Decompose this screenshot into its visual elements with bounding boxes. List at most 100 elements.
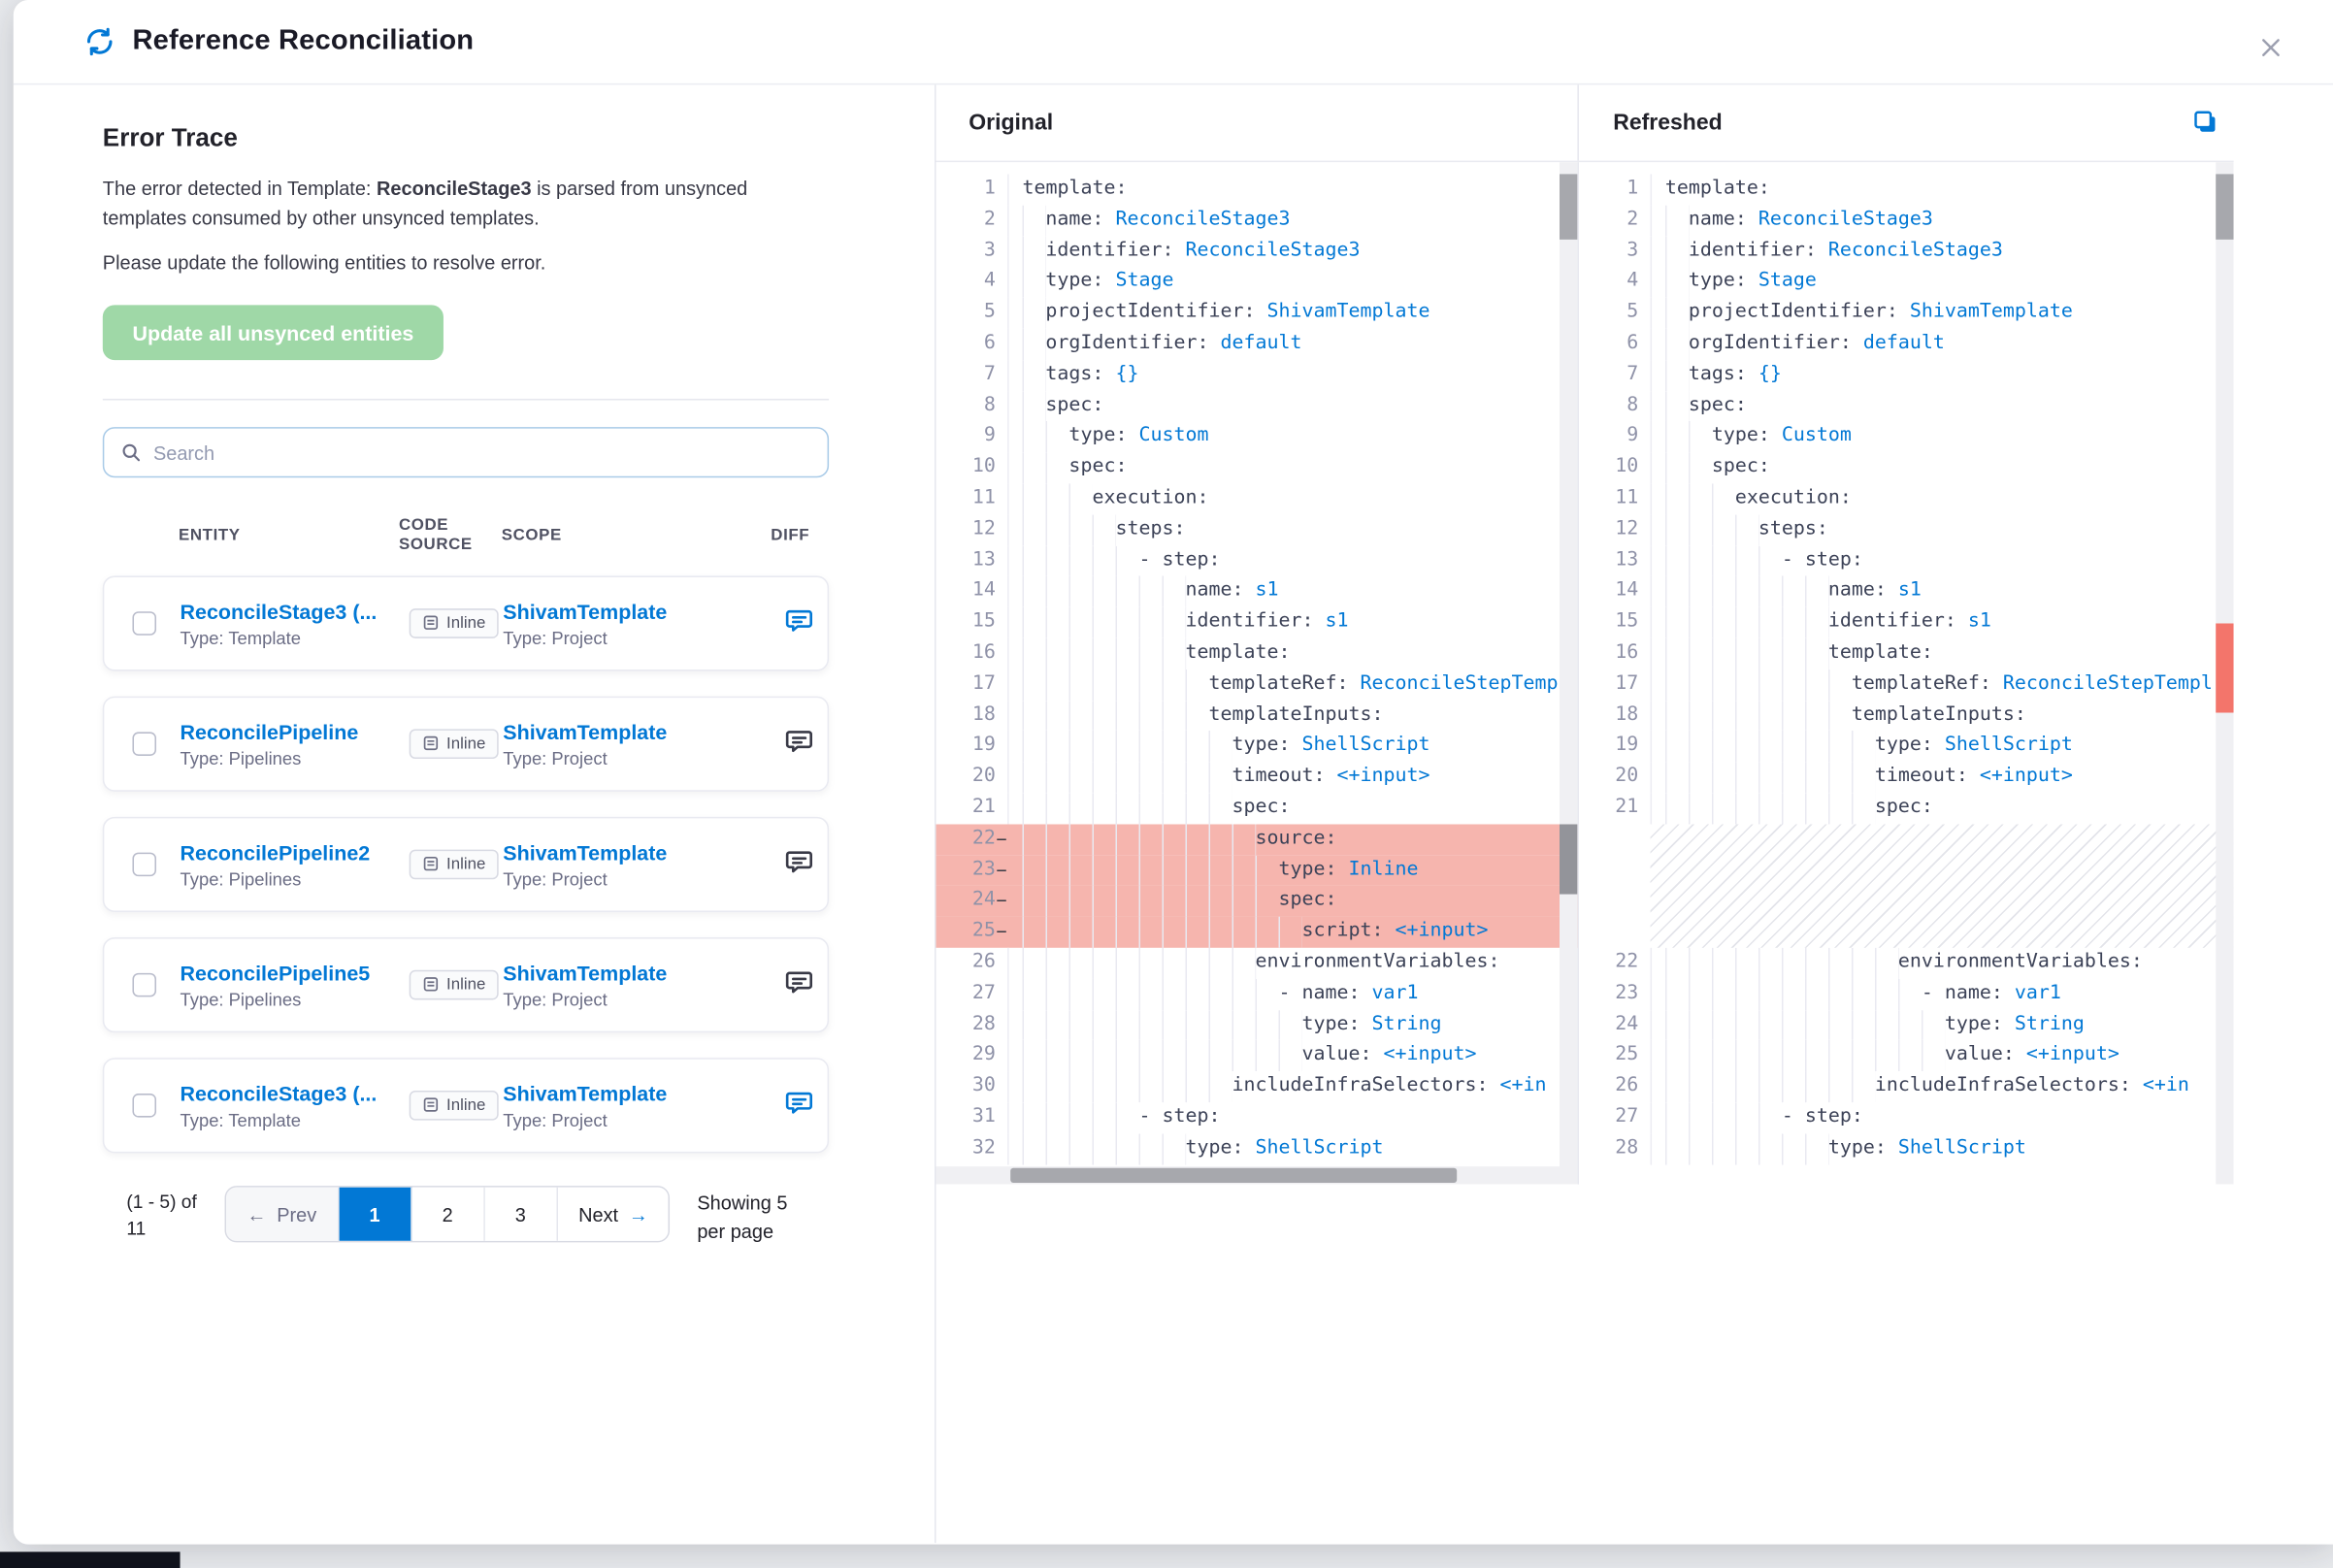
diff-icon-button[interactable]: [784, 846, 814, 876]
next-page-button[interactable]: Next→: [558, 1188, 670, 1241]
line-number: 22: [936, 824, 996, 855]
entity-link[interactable]: ReconcilePipeline5: [181, 961, 401, 985]
error-trace-title: Error Trace: [103, 123, 829, 153]
line-number: 15: [936, 607, 996, 638]
line-number: 26: [1579, 1071, 1638, 1102]
entity-type: Type: Template: [181, 1109, 401, 1129]
line-number: 17: [1579, 670, 1638, 701]
marker-spacer: [996, 267, 1007, 298]
scrollbar-thumb[interactable]: [1010, 1168, 1457, 1183]
code-line: 12steps:: [1579, 514, 2234, 545]
row-checkbox[interactable]: [132, 611, 156, 636]
code-text: spec:: [1651, 452, 2234, 483]
scrollbar-thumb[interactable]: [1560, 174, 1577, 239]
code-line: 16template:: [1579, 638, 2234, 670]
table-row: ReconcileStage3 (... Type: Template Inline…: [103, 1058, 829, 1153]
row-checkbox[interactable]: [132, 1094, 156, 1118]
diff-cell: [772, 726, 828, 763]
code-line: 4type: Stage: [1579, 267, 2234, 298]
next-label: Next: [578, 1203, 618, 1225]
scope-link[interactable]: ShivamTemplate: [503, 1081, 772, 1105]
diff-icon-button[interactable]: [784, 604, 814, 635]
scope-link[interactable]: ShivamTemplate: [503, 840, 772, 865]
code-source-badge: Inline: [410, 608, 499, 638]
page-button-3[interactable]: 3: [484, 1188, 557, 1241]
code-text: identifier: s1: [1651, 607, 2234, 638]
reference-reconciliation-modal: Reference Reconciliation Error Trace The…: [14, 0, 2333, 1545]
prev-page-button[interactable]: ←Prev: [226, 1188, 339, 1241]
code-source-label: Inline: [446, 1096, 485, 1114]
error-trace-pane: Error Trace The error detected in Templa…: [14, 84, 935, 1543]
row-checkbox[interactable]: [132, 732, 156, 756]
line-number: 16: [1579, 638, 1638, 670]
pagination: (1 - 5) of 11 ←Prev 123Next→ Showing 5 p…: [103, 1186, 829, 1245]
original-code-panel: 1template:2name: ReconcileStage33identif…: [936, 162, 1579, 1184]
line-number: 6: [936, 329, 996, 360]
page-button-1[interactable]: 1: [339, 1188, 411, 1241]
row-checkbox[interactable]: [132, 853, 156, 877]
code-line: 15 identifier: s1: [1579, 607, 2234, 638]
code-line: 6orgIdentifier: default: [936, 329, 1578, 360]
diff-icon-button[interactable]: [784, 726, 814, 756]
diff-icon: [784, 1087, 814, 1117]
marker-spacer: [996, 452, 1007, 483]
code-text: spec:: [1007, 452, 1577, 483]
row-checkbox[interactable]: [132, 973, 156, 997]
marker-spacer: [996, 298, 1007, 329]
original-horizontal-scrollbar[interactable]: [936, 1166, 1560, 1184]
entity-type: Type: Template: [181, 627, 401, 647]
inline-icon: [422, 976, 439, 993]
code-text: identifier: s1: [1007, 607, 1577, 638]
code-source-cell: Inline: [400, 969, 503, 999]
copy-icon[interactable]: [2192, 109, 2219, 136]
update-all-unsynced-entities-button[interactable]: Update all unsynced entities: [103, 305, 444, 360]
original-vertical-scrollbar[interactable]: [1560, 162, 1577, 1184]
refreshed-vertical-scrollbar[interactable]: [2216, 162, 2233, 1184]
line-number: 5: [936, 298, 996, 329]
entity-link[interactable]: ReconcileStage3 (...: [181, 1081, 401, 1105]
code-text: name: s1: [1007, 576, 1577, 607]
diff-icon-button[interactable]: [784, 1087, 814, 1117]
entity-link[interactable]: ReconcilePipeline: [181, 719, 401, 743]
close-icon[interactable]: [2253, 30, 2289, 66]
search-input[interactable]: [153, 441, 811, 464]
diff-icon-button[interactable]: [784, 966, 814, 996]
scope-link[interactable]: ShivamTemplate: [503, 599, 772, 623]
scope-cell: ShivamTemplateType: Project: [503, 840, 772, 890]
table-row: ReconcilePipelineType: PipelinesInlineSh…: [103, 697, 829, 792]
entity-link[interactable]: ReconcilePipeline2: [181, 840, 401, 865]
code-text: spec:: [1007, 391, 1577, 422]
code-text: name: s1: [1651, 576, 2234, 607]
line-number: 17: [936, 670, 996, 701]
line-number: 15: [1579, 607, 1638, 638]
code-text: identifier: ReconcileStage3: [1651, 236, 2234, 267]
page-button-2[interactable]: 2: [411, 1188, 484, 1241]
code-text: execution:: [1651, 483, 2234, 514]
code-text: spec:: [1007, 793, 1577, 824]
marker-spacer: [996, 670, 1007, 701]
code-line: 2name: ReconcileStage3: [1579, 205, 2234, 236]
entity-link[interactable]: ReconcileStage3 (...: [181, 599, 401, 623]
code-line: 17templateRef: ReconcileStepTempl: [1579, 670, 2234, 701]
code-line: 28type: ShellScript: [1579, 1133, 2234, 1164]
marker-spacer: [996, 576, 1007, 607]
marker-spacer: [996, 1071, 1007, 1102]
line-number: 28: [1579, 1133, 1638, 1164]
diff-icon: [784, 726, 814, 756]
code-line: 1template:: [936, 174, 1578, 205]
code-text: steps:: [1651, 514, 2234, 545]
entity-cell: ReconcilePipeline5Type: Pipelines: [181, 961, 401, 1010]
code-text: templateRef: ReconcileStepTempl: [1007, 670, 1577, 701]
scope-link[interactable]: ShivamTemplate: [503, 961, 772, 985]
code-source-cell: Inline: [400, 608, 503, 638]
scope-link[interactable]: ShivamTemplate: [503, 719, 772, 743]
marker-spacer: [1638, 422, 1650, 453]
entity-type: Type: Pipelines: [181, 748, 401, 768]
marker-spacer: [996, 1040, 1007, 1071]
table-row: ReconcilePipeline5Type: PipelinesInlineS…: [103, 937, 829, 1032]
line-number: 14: [1579, 576, 1638, 607]
change-marker: [1560, 825, 1577, 895]
code-text: type: ShellScript: [1007, 1133, 1577, 1164]
scrollbar-thumb[interactable]: [2216, 174, 2233, 239]
code-line: 7tags: {}: [1579, 360, 2234, 391]
